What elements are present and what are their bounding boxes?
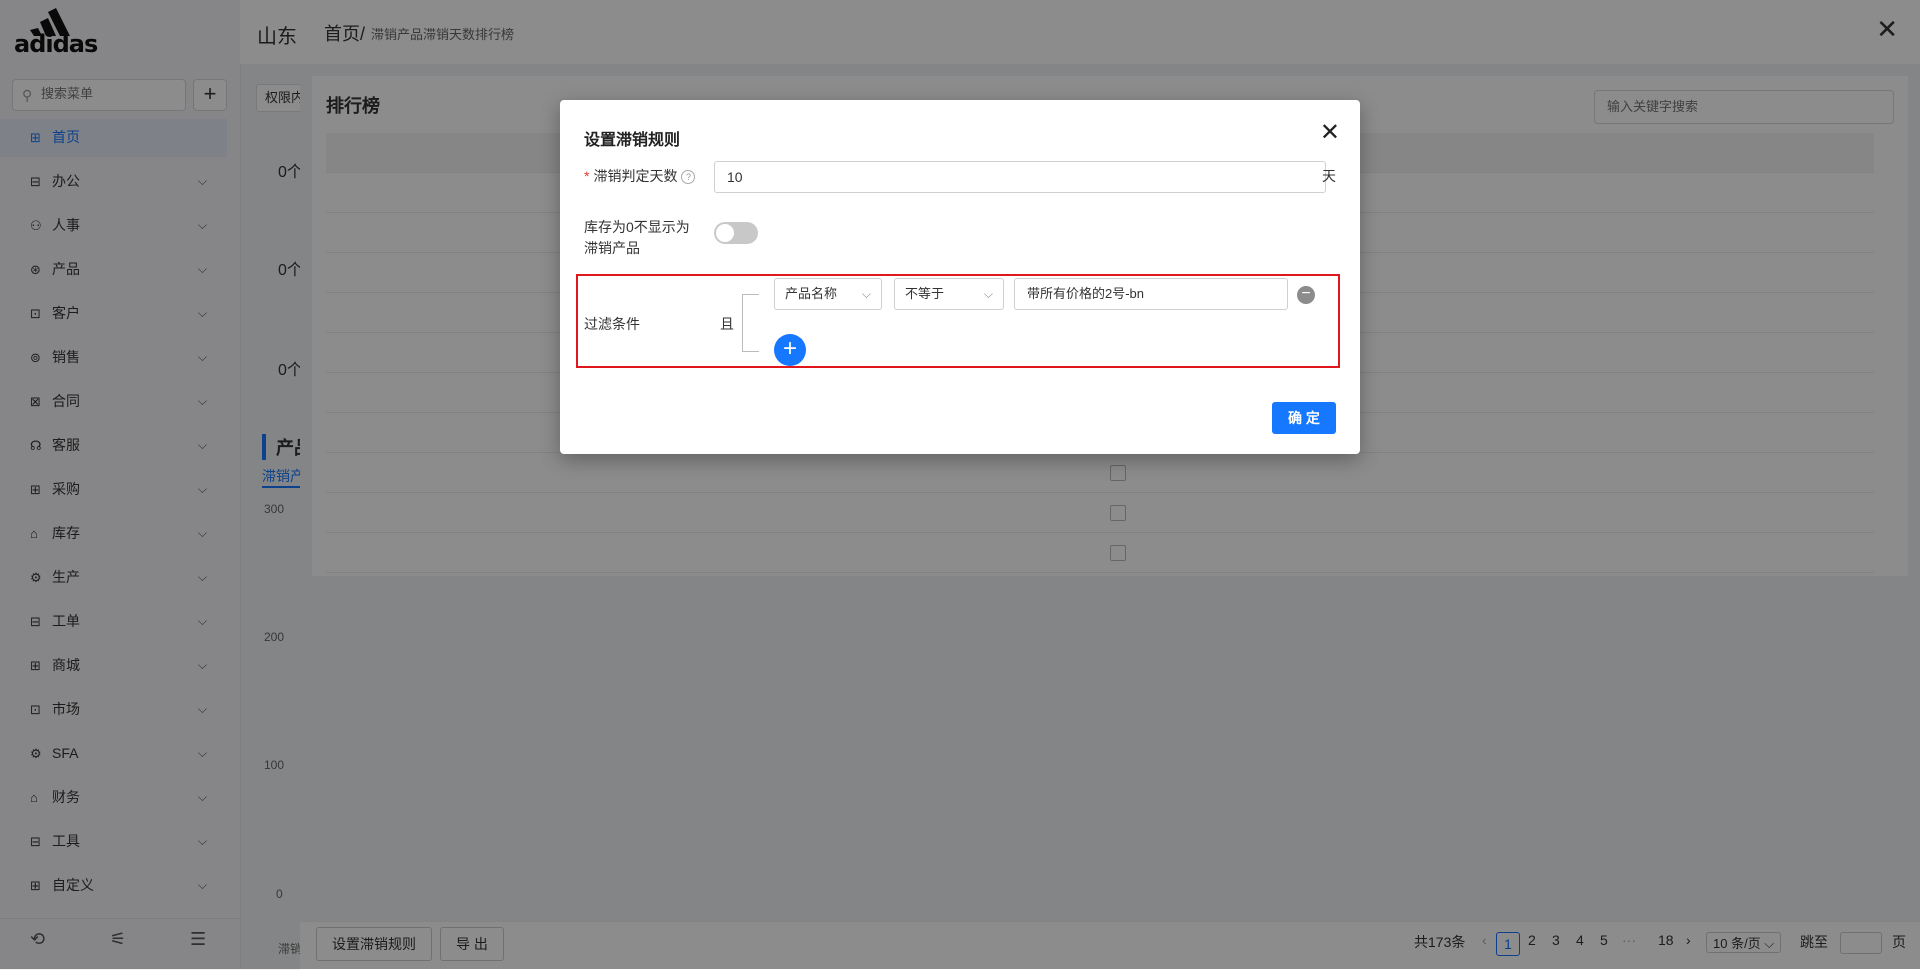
condition-value-input[interactable]: 带所有价格的2号-bn [1014,278,1288,310]
zero-stock-label-2: 滞销产品 [584,240,640,256]
set-rule-dialog: 设置滞销规则 ✕ * 滞销判定天数? 10 天 库存为0不显示为 滞销产品 过滤条… [560,100,1360,454]
logic-bracket [742,294,759,352]
help-icon[interactable]: ? [681,170,696,185]
zero-stock-toggle[interactable] [714,222,758,244]
remove-condition-icon[interactable]: − [1297,286,1315,304]
dialog-close-icon[interactable]: ✕ [1320,118,1340,147]
toggle-knob [716,224,734,242]
days-input[interactable]: 10 [714,161,1326,193]
condition-operator-select[interactable]: 不等于 ⌵ [894,278,1004,310]
days-label-row: * 滞销判定天数? [584,166,696,186]
filter-label: 过滤条件 [584,316,640,332]
confirm-button[interactable]: 确 定 [1272,402,1336,434]
condition-operator-value: 不等于 [905,286,945,301]
condition-field-select[interactable]: 产品名称 ⌵ [774,278,882,310]
days-unit: 天 [1322,168,1336,184]
logic-and-toggle[interactable]: 且 [720,314,734,334]
dialog-title: 设置滞销规则 [584,132,681,149]
zero-stock-label-1: 库存为0不显示为 [584,219,690,235]
required-mark-icon: * [584,168,590,184]
condition-field-value: 产品名称 [785,286,838,301]
add-condition-icon[interactable]: + [774,334,806,366]
chevron-down-icon: ⌵ [861,287,871,301]
chevron-down-icon: ⌵ [983,287,993,301]
days-label: 滞销判定天数 [593,168,678,184]
